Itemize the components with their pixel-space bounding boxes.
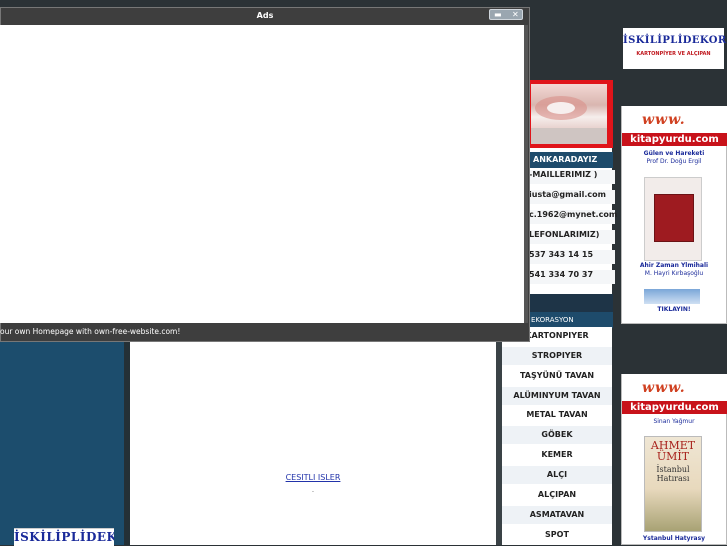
- ad2-cover-title: İstanbul Hatırası: [656, 465, 690, 483]
- ad2-cover-author2: ÜMİT: [656, 450, 690, 463]
- ankara-header: ANKARADAYIZ: [527, 152, 613, 168]
- ceiling-photo: [531, 84, 607, 144]
- ad2-book-cover[interactable]: AHMET ÜMİT İstanbul Hatırası: [644, 436, 702, 532]
- cesitli-isler-link[interactable]: CESITLI ISLER: [130, 473, 496, 482]
- contact-phone-heading: LEFONLARIMIZ): [527, 230, 615, 244]
- main-content-area: [130, 341, 496, 545]
- center-dot: .: [311, 486, 315, 494]
- ads-window-scrollbar[interactable]: [524, 25, 528, 323]
- ad1-book-cover[interactable]: [644, 177, 702, 261]
- menu-item-spot[interactable]: SPOT: [502, 526, 612, 544]
- contact-phone-2: 541 334 70 37: [527, 270, 615, 284]
- top-site-logo[interactable]: İSKİLİPLİDEKOR KARTONPİYER VE ALÇIPAN: [623, 28, 727, 69]
- contact-mail-heading: -MAILLERIMIZ ): [527, 170, 615, 184]
- menu-item-alci[interactable]: ALÇI: [502, 466, 612, 484]
- ceiling-rosette-image: [531, 96, 607, 144]
- kitapyurdu-www-1: www.: [642, 112, 686, 128]
- dekorasyon-header: EKORASYON: [527, 312, 613, 328]
- ads-window-status[interactable]: our own Homepage with own-free-website.c…: [0, 325, 528, 339]
- window-controls[interactable]: ▬ ✕: [489, 9, 523, 20]
- ad1-caption-author[interactable]: Prof Dr. Doğu Ergil: [621, 158, 727, 166]
- menu-item-tasyunu-tavan[interactable]: TAŞYÜNÜ TAVAN: [502, 367, 612, 385]
- menu-item-asmatavan[interactable]: ASMATAVAN: [502, 506, 612, 524]
- ad1-book-author[interactable]: M. Hayri Kırbaşoğlu: [621, 270, 727, 278]
- top-logo-title: İSKİLİPLİDEKOR: [623, 35, 727, 46]
- menu-item-gobek[interactable]: GÖBEK: [502, 426, 612, 444]
- contact-phone-1: 537 343 14 15: [527, 250, 615, 264]
- menu-item-metal-tavan[interactable]: METAL TAVAN: [502, 406, 612, 424]
- ad1-caption-title[interactable]: Gülen ve Hareketi: [621, 150, 727, 158]
- kitapyurdu-bar-1: kitapyurdu.com: [622, 133, 727, 146]
- menu-item-aluminyum-tavan[interactable]: ALÜMINYUM TAVAN: [502, 387, 612, 405]
- kitapyurdu-www-2: www.: [642, 380, 686, 396]
- close-icon[interactable]: ✕: [512, 9, 519, 20]
- ads-window-title: Ads: [256, 11, 274, 20]
- ad2-caption-author[interactable]: Sinan Yağmur: [621, 418, 727, 426]
- kitapyurdu-bar-2: kitapyurdu.com: [622, 401, 727, 414]
- contact-email-1[interactable]: iusta@gmail.com: [527, 190, 615, 204]
- menu-separator: [527, 294, 613, 312]
- ad1-book-title[interactable]: Ahir Zaman Ylmihali: [621, 262, 727, 270]
- menu-item-alcipan[interactable]: ALÇIPAN: [502, 486, 612, 504]
- ad2-book-title[interactable]: Ystanbul Hatyrasy: [621, 535, 727, 543]
- kitapyurdu-logo-1: www. kitapyurdu.com: [622, 106, 727, 146]
- minimize-icon[interactable]: ▬: [494, 9, 502, 20]
- bottom-logo-text: İSKİLİPLİDEKOR: [14, 530, 114, 544]
- ad1-click-link[interactable]: TIKLAYIN!: [621, 306, 727, 314]
- top-logo-subtitle: KARTONPİYER VE ALÇIPAN: [636, 51, 711, 57]
- contact-email-2[interactable]: c.1962@mynet.com: [527, 210, 617, 224]
- ad1-next-cover: [644, 289, 700, 304]
- left-column: [0, 341, 124, 545]
- kitapyurdu-logo-2: www. kitapyurdu.com: [622, 374, 727, 414]
- menu-item-stropiyer[interactable]: STROPIYER: [502, 347, 612, 365]
- ads-window-content: [0, 25, 524, 323]
- bottom-site-logo: İSKİLİPLİDEKOR: [14, 528, 114, 546]
- menu-item-kemer[interactable]: KEMER: [502, 446, 612, 464]
